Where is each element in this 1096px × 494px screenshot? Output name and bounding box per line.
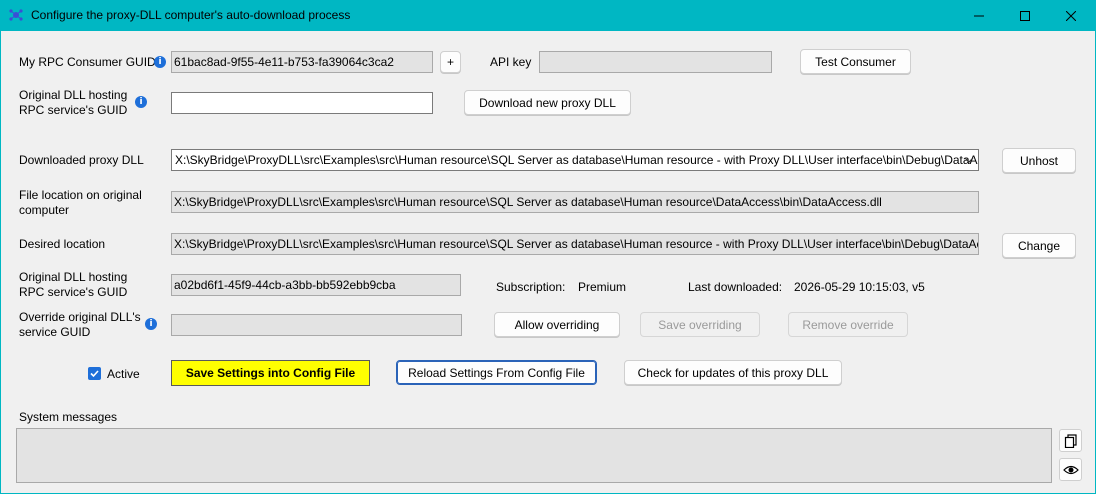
override-label-line1: Override original DLL's <box>19 310 141 324</box>
original-dll-label-line2: RPC service's GUID <box>19 103 128 117</box>
info-icon[interactable]: i <box>154 56 166 68</box>
title-bar: Configure the proxy-DLL computer's auto-… <box>0 0 1096 31</box>
unhost-button[interactable]: Unhost <box>1002 148 1076 173</box>
minimize-icon <box>974 15 984 16</box>
last-downloaded-value: 2026-05-29 10:15:03, v5 <box>794 280 925 294</box>
allow-overriding-button[interactable]: Allow overriding <box>494 312 620 337</box>
maximize-button[interactable] <box>1002 0 1048 31</box>
save-overriding-button[interactable]: Save overriding <box>640 312 760 337</box>
save-settings-button[interactable]: Save Settings into Config File <box>171 360 370 386</box>
subscription-value: Premium <box>578 280 627 294</box>
hosting-guid-field[interactable]: a02bd6f1-45f9-44cb-a3bb-bb592ebb9cba <box>171 274 461 296</box>
subscription-label: Subscription: <box>496 280 566 294</box>
info-icon[interactable]: i <box>135 96 147 108</box>
test-consumer-button[interactable]: Test Consumer <box>800 49 911 74</box>
remove-override-button[interactable]: Remove override <box>788 312 908 337</box>
last-downloaded-label: Last downloaded: <box>688 280 783 294</box>
original-dll-label-line1: Original DLL hosting <box>19 88 128 102</box>
desired-location-label: Desired location <box>19 237 106 251</box>
change-location-button[interactable]: Change <box>1002 233 1076 258</box>
maximize-icon <box>1020 10 1030 21</box>
close-icon <box>1066 10 1076 21</box>
chevron-down-icon <box>964 157 974 163</box>
eye-icon <box>1062 465 1079 474</box>
checkmark-icon <box>90 370 99 378</box>
app-icon <box>8 7 24 23</box>
active-checkbox[interactable] <box>88 367 101 380</box>
copy-icon <box>1064 433 1077 448</box>
active-label: Active <box>107 367 140 381</box>
downloaded-proxy-dll-label: Downloaded proxy DLL <box>19 153 144 167</box>
file-location-field[interactable]: X:\SkyBridge\ProxyDLL\src\Examples\src\H… <box>171 191 979 213</box>
window-title: Configure the proxy-DLL computer's auto-… <box>31 8 351 22</box>
close-button[interactable] <box>1048 0 1094 31</box>
toggle-visibility-button[interactable] <box>1059 458 1082 481</box>
hosting-guid-label-line2: RPC service's GUID <box>19 285 128 299</box>
api-key-label: API key <box>490 55 532 69</box>
consumer-guid-label: My RPC Consumer GUID <box>19 55 156 69</box>
file-location-label-line2: computer <box>19 203 70 217</box>
file-location-label-line1: File location on original <box>19 188 142 202</box>
copy-messages-button[interactable] <box>1059 429 1082 452</box>
reload-settings-button[interactable]: Reload Settings From Config File <box>396 360 597 385</box>
download-proxy-dll-button[interactable]: Download new proxy DLL <box>464 90 631 115</box>
system-messages-label: System messages <box>19 410 118 424</box>
override-guid-field[interactable] <box>171 314 462 336</box>
hosting-guid-label-line1: Original DLL hosting <box>19 270 128 284</box>
consumer-guid-field[interactable]: 61bac8ad-9f55-4e11-b753-fa39064c3ca2 <box>171 51 433 73</box>
original-dll-guid-input[interactable] <box>171 92 433 114</box>
add-guid-button[interactable]: + <box>440 51 461 73</box>
system-messages-box[interactable] <box>16 428 1052 483</box>
downloaded-proxy-dll-select[interactable]: X:\SkyBridge\ProxyDLL\src\Examples\src\H… <box>171 149 979 171</box>
downloaded-proxy-dll-value: X:\SkyBridge\ProxyDLL\src\Examples\src\H… <box>175 153 979 167</box>
desired-location-field[interactable]: X:\SkyBridge\ProxyDLL\src\Examples\src\H… <box>171 233 979 255</box>
api-key-field[interactable] <box>539 51 772 73</box>
info-icon[interactable]: i <box>145 318 157 330</box>
minimize-button[interactable] <box>956 0 1002 31</box>
override-label-line2: service GUID <box>19 325 91 339</box>
check-updates-button[interactable]: Check for updates of this proxy DLL <box>624 360 842 385</box>
